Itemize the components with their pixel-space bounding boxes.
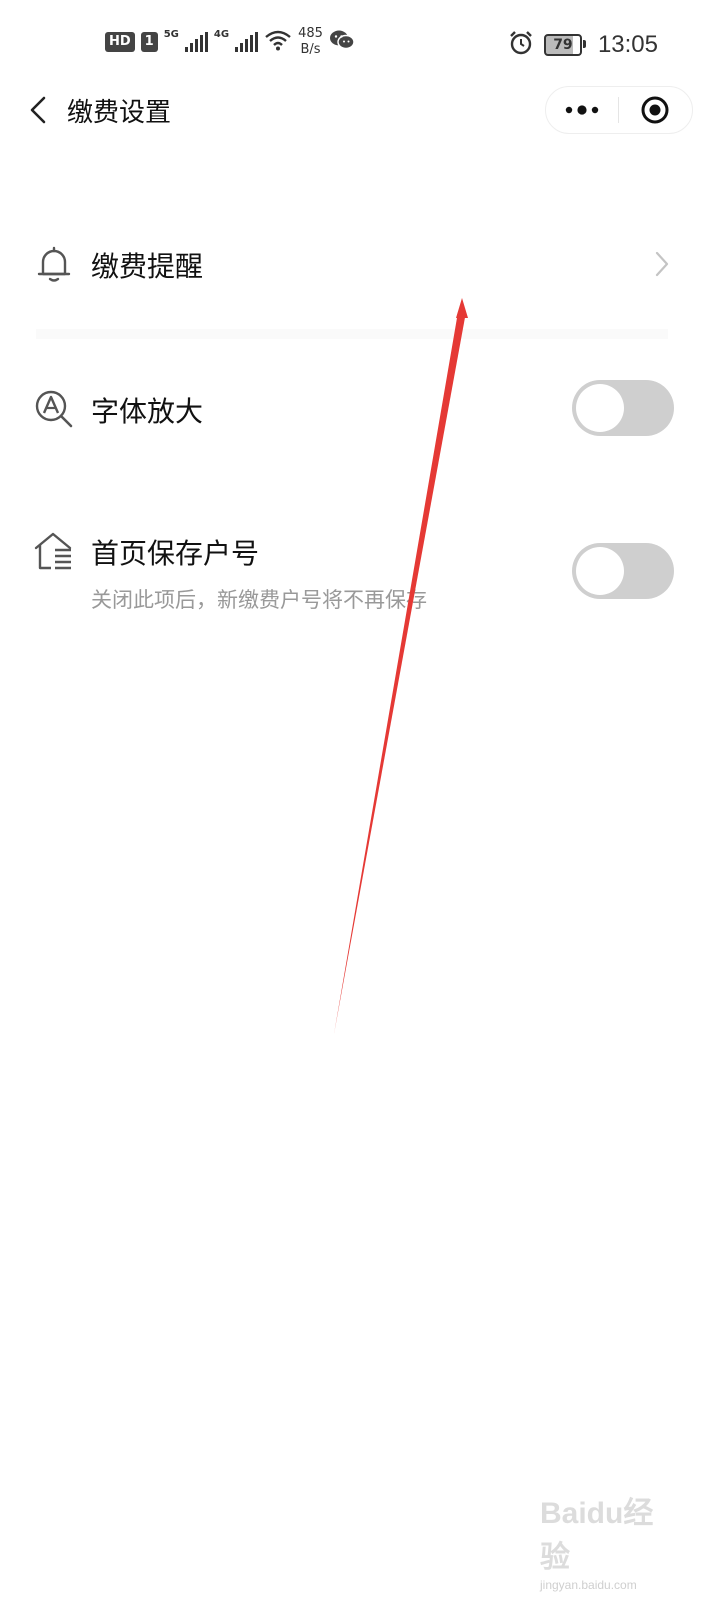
close-button[interactable]	[619, 87, 691, 133]
sim-icon: 1	[140, 32, 158, 52]
speed-unit: B/s	[300, 42, 321, 57]
alarm-icon	[508, 30, 534, 60]
close-target-icon	[641, 96, 669, 124]
miniprogram-capsule	[545, 86, 693, 134]
more-button[interactable]	[546, 87, 618, 133]
bell-icon	[33, 243, 75, 285]
status-right: 79 13:05	[508, 30, 658, 60]
baidu-watermark: Baidu经验 jingyan.baidu.com	[540, 1488, 680, 1592]
save-account-toggle[interactable]	[572, 543, 674, 599]
section-divider	[36, 329, 668, 339]
watermark-main: Baidu经验	[540, 1497, 654, 1574]
settings-item-label: 字体放大	[91, 395, 204, 428]
settings-item-label: 首页保存户号	[91, 537, 260, 570]
settings-item-font-enlarge: 字体放大	[0, 370, 720, 450]
wechat-icon	[329, 29, 355, 55]
magnify-font-icon	[33, 388, 75, 430]
font-enlarge-toggle[interactable]	[572, 380, 674, 436]
watermark-sub: jingyan.baidu.com	[540, 1578, 637, 1592]
network-type-5g: 5G	[163, 28, 179, 40]
settings-item-label: 缴费提醒	[91, 250, 204, 283]
speed-value: 485	[298, 26, 323, 41]
wifi-icon	[264, 29, 292, 55]
status-left: HD 1 5G 4G 485 B/s	[105, 26, 355, 58]
network-type-4g: 4G	[213, 28, 230, 40]
signal-icon	[184, 32, 208, 52]
status-bar: HD 1 5G 4G 485 B/s 79 13:05	[0, 0, 720, 90]
settings-item-save-account: 首页保存户号 关闭此项后，新缴费户号将不再保存	[0, 530, 720, 630]
battery-icon: 79	[543, 34, 586, 56]
toggle-knob	[576, 547, 624, 595]
page: HD 1 5G 4G 485 B/s 79 13:05 缴费设置 缴费提醒 字体…	[0, 0, 720, 1600]
signal-icon	[235, 32, 259, 52]
page-title: 缴费设置	[67, 98, 172, 128]
settings-item-payment-reminder[interactable]: 缴费提醒	[0, 225, 720, 305]
nav-bar: 缴费设置	[0, 80, 720, 140]
hd-icon: HD	[105, 32, 135, 52]
home-list-icon	[33, 530, 75, 572]
toggle-knob	[576, 384, 624, 432]
back-button[interactable]	[18, 90, 58, 130]
network-speed: 485 B/s	[298, 26, 323, 58]
status-time: 13:05	[597, 31, 658, 58]
settings-item-subtitle: 关闭此项后，新缴费户号将不再保存	[91, 588, 427, 612]
back-arrow-icon	[30, 96, 46, 124]
chevron-right-icon	[652, 249, 672, 279]
more-dots-icon	[565, 105, 599, 115]
